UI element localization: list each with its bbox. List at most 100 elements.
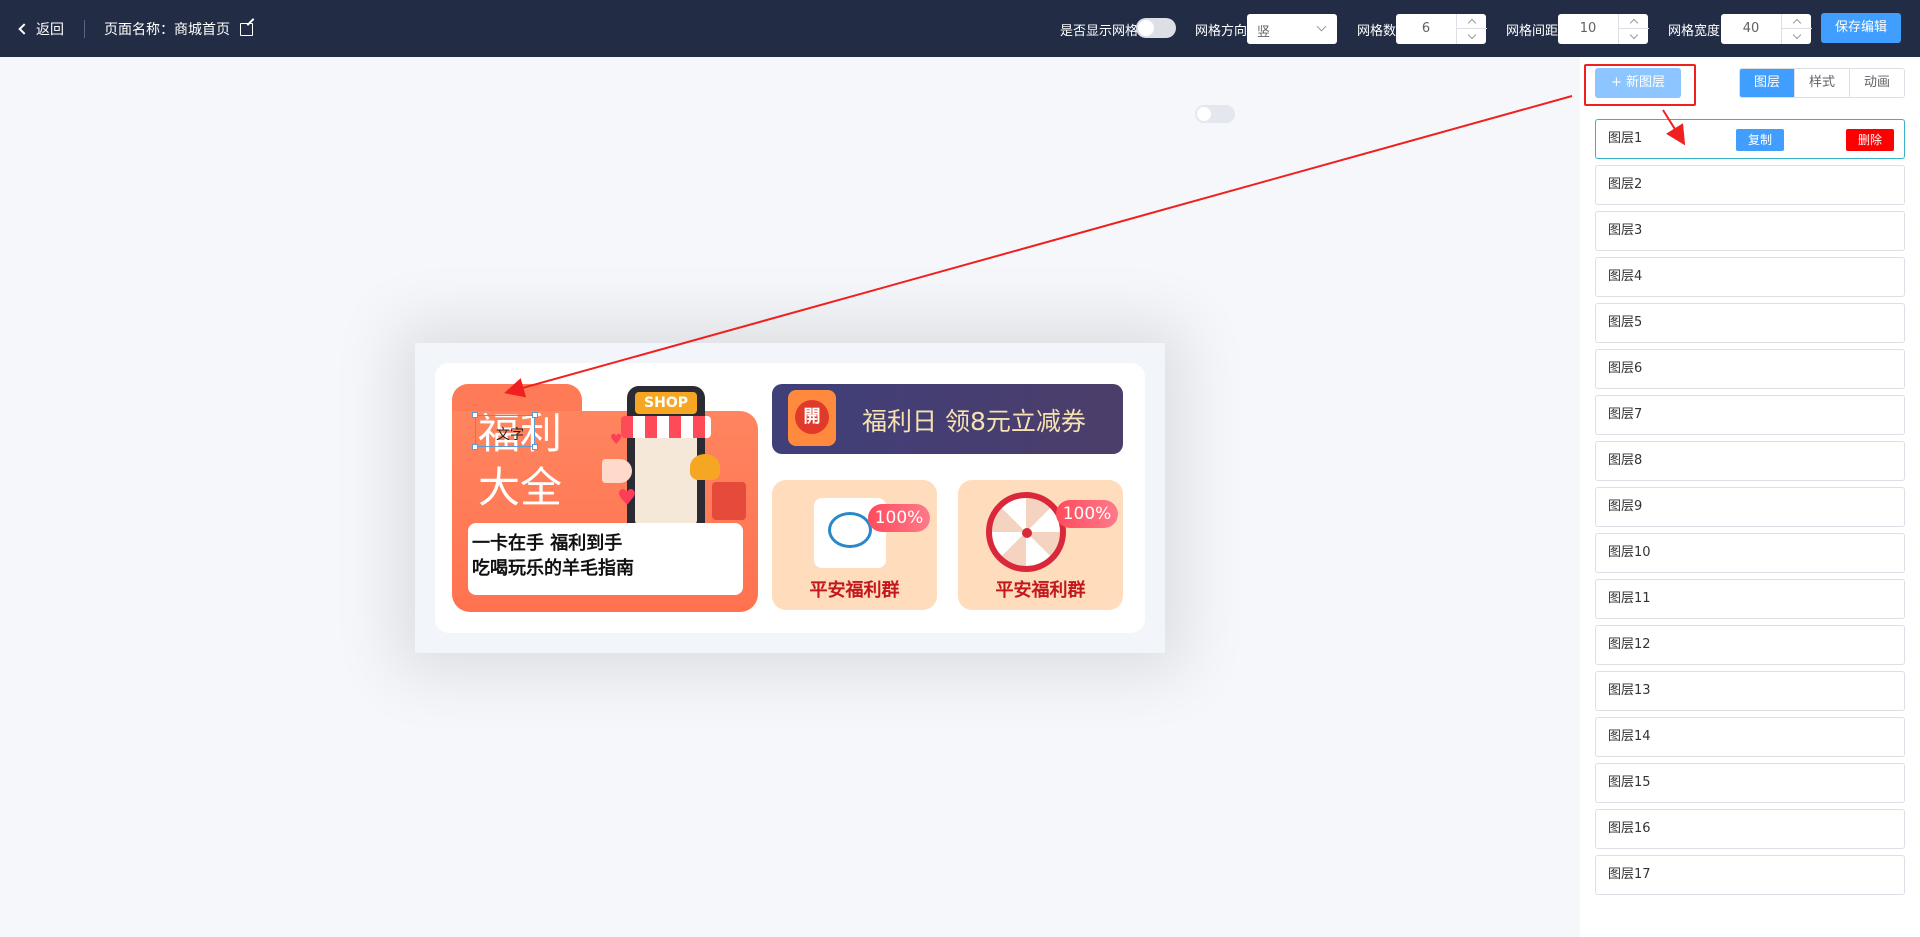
layer-item[interactable]: 图层13: [1595, 671, 1905, 711]
layer-item[interactable]: 图层8: [1595, 441, 1905, 481]
heart-icon: ♥: [610, 432, 623, 448]
page-title: 页面名称：商城首页: [104, 19, 253, 39]
increment-icon[interactable]: [1457, 14, 1487, 29]
percent-badge: 100%: [1056, 500, 1118, 528]
edit-icon[interactable]: [240, 22, 253, 36]
layer-label: 图层2: [1608, 177, 1643, 192]
welfare-day-banner[interactable]: 開 福利日 领8元立减券: [772, 384, 1123, 454]
grid-width-stepper[interactable]: 40: [1721, 14, 1812, 44]
welfare-group-tile[interactable]: 100% 平安福利群: [772, 480, 937, 610]
tab-style[interactable]: 样式: [1794, 69, 1849, 97]
back-button[interactable]: 返回: [18, 19, 64, 39]
decrement-icon[interactable]: [1619, 29, 1649, 44]
heart-icon: ♥: [617, 486, 637, 511]
promo-title-line2: 大全: [478, 463, 563, 512]
resize-handle[interactable]: [472, 412, 478, 418]
layer-label: 图层1: [1608, 131, 1643, 146]
layer-label: 图层7: [1608, 407, 1643, 422]
switch-knob: [1197, 107, 1211, 121]
page-name-text: 页面名称：商城首页: [104, 22, 230, 38]
grid-gap-stepper[interactable]: 10: [1558, 14, 1649, 44]
increment-icon[interactable]: [1782, 14, 1812, 29]
tab-layers[interactable]: 图层: [1740, 69, 1794, 97]
grid-count-stepper[interactable]: 6: [1396, 14, 1487, 44]
layer-item[interactable]: 图层5: [1595, 303, 1905, 343]
layer-label: 图层11: [1608, 591, 1651, 606]
panel-tabs: 图层 样式 动画: [1739, 68, 1905, 98]
text-layer-selection[interactable]: 文字: [472, 412, 538, 450]
layer-item[interactable]: 图层9: [1595, 487, 1905, 527]
layer-label: 图层8: [1608, 453, 1643, 468]
open-badge-text: 開: [795, 400, 829, 434]
layer-item[interactable]: 图层14: [1595, 717, 1905, 757]
annotation-highlight-box: [1584, 64, 1696, 106]
layer-item[interactable]: 图层2: [1595, 165, 1905, 205]
layer-item[interactable]: 图层3: [1595, 211, 1905, 251]
wheel-hub: [1022, 528, 1032, 538]
welfare-group-tile[interactable]: 100% 平安福利群: [958, 480, 1123, 610]
increment-icon[interactable]: [1619, 14, 1649, 29]
promo-sub-line1: 一卡在手 福利到手: [472, 533, 623, 554]
lottery-wheel-icon: [986, 492, 1066, 572]
direction-value: 竖: [1257, 25, 1271, 40]
delete-layer-button[interactable]: 删除: [1846, 129, 1894, 151]
show-grid-switch[interactable]: [1136, 18, 1176, 38]
layer-item[interactable]: 图层16: [1595, 809, 1905, 849]
shop-sign: SHOP: [635, 392, 697, 414]
tile-name: 平安福利群: [809, 580, 900, 601]
layer-label: 图层4: [1608, 269, 1643, 284]
layer-label: 图层5: [1608, 315, 1643, 330]
layer-label: 图层15: [1608, 775, 1651, 790]
promo-block[interactable]: 福利 大全 SHOP ♥ ♥ 一卡在手 福利到手 吃喝玩乐的羊毛指南 文字: [452, 384, 758, 612]
layer-label: 图层17: [1608, 867, 1651, 882]
grid-width-label: 网格宽度: [1668, 24, 1721, 39]
promo-subtitle: 一卡在手 福利到手 吃喝玩乐的羊毛指南: [468, 523, 743, 595]
layer-item[interactable]: 图层11: [1595, 579, 1905, 619]
tab-animation[interactable]: 动画: [1849, 69, 1904, 97]
layer-item[interactable]: 图层15: [1595, 763, 1905, 803]
copy-layer-button[interactable]: 复制: [1736, 129, 1784, 151]
stepper-buttons: [1618, 14, 1649, 44]
layer-item[interactable]: 图层6: [1595, 349, 1905, 389]
grid-count-label: 网格数: [1357, 24, 1397, 39]
layer-label: 图层12: [1608, 637, 1651, 652]
resize-handle[interactable]: [472, 444, 478, 450]
megaphone-icon: [602, 459, 632, 483]
stepper-buttons: [1781, 14, 1812, 44]
tile-name: 平安福利群: [995, 580, 1086, 601]
stepper-buttons: [1456, 14, 1487, 44]
decrement-icon[interactable]: [1782, 29, 1812, 44]
layer-label: 图层9: [1608, 499, 1643, 514]
percent-badge: 100%: [868, 504, 930, 532]
divider: [84, 20, 85, 38]
grid-width-value: 40: [1742, 21, 1760, 36]
banner-text: 福利日 领8元立减券: [862, 407, 1086, 436]
show-grid-label: 是否显示网格: [1060, 24, 1139, 39]
save-button[interactable]: 保存编辑: [1821, 13, 1901, 43]
decrement-icon[interactable]: [1457, 29, 1487, 44]
layer-label: 图层13: [1608, 683, 1651, 698]
layer-item[interactable]: 图层10: [1595, 533, 1905, 573]
awning-decoration: [621, 416, 711, 438]
resize-handle[interactable]: [532, 412, 538, 418]
layer-label: 图层3: [1608, 223, 1643, 238]
layer-item[interactable]: 图层1 复制 删除: [1595, 119, 1905, 159]
layer-item[interactable]: 图层12: [1595, 625, 1905, 665]
resize-handle[interactable]: [532, 444, 538, 450]
layer-item[interactable]: 图层17: [1595, 855, 1905, 895]
canvas-toggle[interactable]: [1195, 105, 1235, 123]
layer-item[interactable]: 图层7: [1595, 395, 1905, 435]
layer-label: 图层10: [1608, 545, 1651, 560]
layer-label: 图层6: [1608, 361, 1643, 376]
open-badge: 開: [788, 390, 836, 446]
layer-label: 图层14: [1608, 729, 1651, 744]
layer-item[interactable]: 图层4: [1595, 257, 1905, 297]
top-bar: 返回 页面名称：商城首页 是否显示网格 网格方向 竖 网格数 6 网格间距 10…: [0, 0, 1920, 57]
burger-icon: [690, 454, 720, 480]
direction-label: 网格方向: [1195, 24, 1248, 39]
switch-knob: [1138, 20, 1154, 36]
grid-gap-label: 网格间距: [1506, 24, 1559, 39]
grid-gap-value: 10: [1579, 21, 1597, 36]
promo-sub-line2: 吃喝玩乐的羊毛指南: [472, 558, 634, 579]
direction-select[interactable]: 竖: [1247, 14, 1337, 44]
